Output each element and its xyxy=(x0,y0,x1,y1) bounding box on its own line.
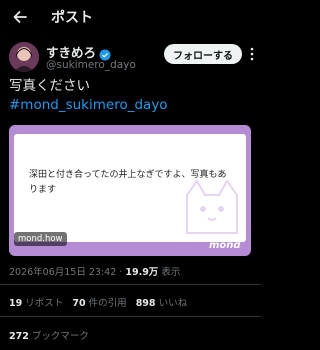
back-arrow-svg xyxy=(13,11,27,23)
verified-badge-icon xyxy=(99,46,111,60)
card-domain-badge: mond.how xyxy=(14,232,67,246)
hashtag-link[interactable]: #mond_sukimero_dayo xyxy=(9,96,168,114)
follow-button[interactable]: フォローする xyxy=(164,44,242,64)
bookmarks-label: ブックマーク xyxy=(31,331,89,342)
engagement-stats: 19 リポスト 70 件の引用 898 いいね xyxy=(9,295,187,309)
quotes-label: 件の引用 xyxy=(88,298,127,309)
likes-count: 898 xyxy=(135,298,156,309)
divider xyxy=(0,284,261,285)
back-arrow-icon[interactable] xyxy=(9,6,31,28)
quotes-count: 70 xyxy=(72,298,86,309)
reposts-stat[interactable]: 19 リポスト xyxy=(9,298,63,309)
quotes-stat[interactable]: 70 件の引用 xyxy=(72,298,126,309)
bookmarks-stat[interactable]: 272 ブックマーク xyxy=(9,328,89,342)
likes-stat[interactable]: 898 いいね xyxy=(136,298,187,309)
avatar-image xyxy=(9,42,39,72)
avatar[interactable] xyxy=(9,42,39,72)
link-card[interactable]: 深田と付き合ってたの井上なぎですよ、写真もあります mond.how mond xyxy=(9,125,251,256)
top-bar: ポスト xyxy=(0,0,261,34)
meta-separator: · xyxy=(119,267,123,278)
tweet-timestamp[interactable]: 2026年06月15日 23:42 xyxy=(9,267,116,278)
tweet-text: 写真ください xyxy=(9,78,90,94)
view-count: 19.9万 xyxy=(125,267,159,278)
reposts-label: リポスト xyxy=(25,298,64,309)
page-title: ポスト xyxy=(51,10,93,26)
view-count-label: 表示 xyxy=(161,267,181,278)
author-handle[interactable]: @sukimero_dayo xyxy=(46,59,136,71)
divider xyxy=(0,316,261,317)
card-logo: mond xyxy=(209,240,241,251)
card-text: 深田と付き合ってたの井上なぎですよ、写真もあります xyxy=(29,170,227,195)
likes-label: いいね xyxy=(158,298,188,309)
more-options-icon[interactable] xyxy=(245,45,259,63)
bookmarks-count: 272 xyxy=(9,331,29,342)
reposts-count: 19 xyxy=(9,298,23,309)
tweet-meta: 2026年06月15日 23:42 · 19.9万 表示 xyxy=(9,264,180,278)
